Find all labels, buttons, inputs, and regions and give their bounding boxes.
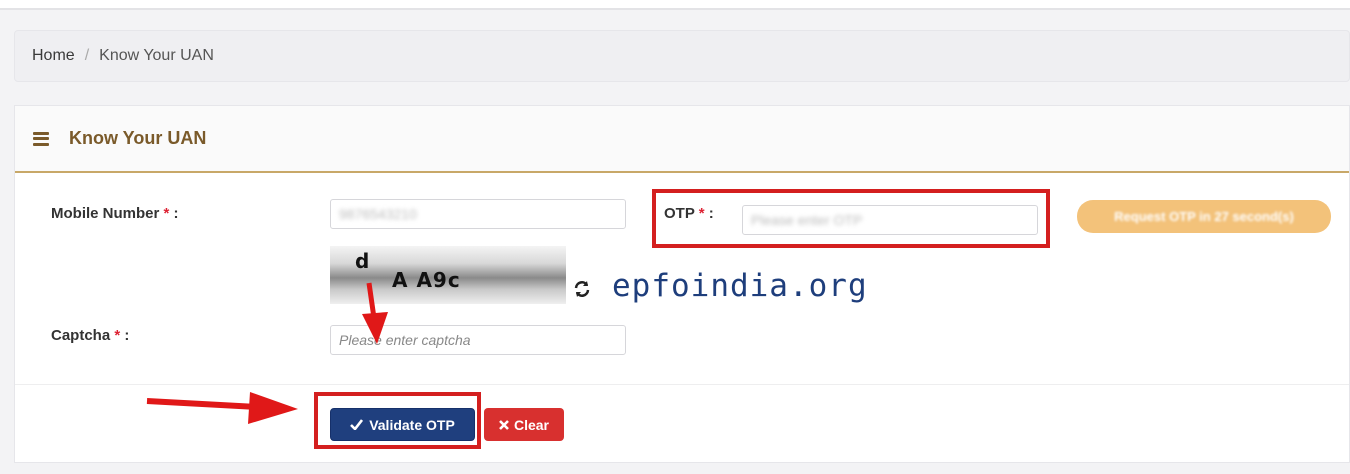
check-icon [350, 419, 364, 430]
captcha-label-text: Captcha [51, 327, 111, 344]
menu-icon [33, 131, 49, 146]
required-mark: * [114, 327, 121, 344]
request-otp-label: Request OTP in 27 second(s) [1114, 209, 1294, 224]
captcha-label: Captcha * : [51, 327, 129, 344]
breadcrumb-home-link[interactable]: Home [32, 47, 75, 65]
mobile-number-value: 9876543210 [339, 206, 417, 222]
mobile-number-input[interactable]: 9876543210 [330, 199, 626, 229]
breadcrumb-separator: / [84, 47, 90, 64]
captcha-text-line1: d [355, 249, 370, 273]
card-title: Know Your UAN [69, 128, 207, 148]
captcha-input[interactable]: Please enter captcha [330, 325, 626, 355]
clear-label: Clear [513, 416, 550, 433]
clear-button[interactable]: Clear [484, 408, 564, 441]
label-suffix: : [124, 327, 130, 344]
captcha-placeholder: Please enter captcha [339, 332, 471, 348]
label-suffix: : [173, 205, 179, 222]
mobile-number-label-text: Mobile Number [51, 205, 160, 222]
form-divider [15, 384, 1349, 385]
card-header: Know Your UAN [15, 106, 1349, 173]
required-mark: * [163, 205, 170, 222]
validate-otp-label: Validate OTP [369, 416, 455, 433]
watermark-text: epfoindia.org [612, 268, 868, 304]
breadcrumb: Home / Know Your UAN [14, 30, 1350, 82]
close-icon [499, 419, 509, 430]
top-border [0, 0, 1350, 10]
breadcrumb-current: Know Your UAN [99, 47, 214, 64]
mobile-number-label: Mobile Number * : [51, 205, 179, 222]
validate-otp-button[interactable]: Validate OTP [330, 408, 475, 441]
request-otp-button[interactable]: Request OTP in 27 second(s) [1077, 200, 1331, 233]
refresh-captcha-icon[interactable] [572, 279, 592, 299]
captcha-text-line2: A A9c [392, 268, 461, 292]
otp-highlight-box [652, 189, 1050, 248]
